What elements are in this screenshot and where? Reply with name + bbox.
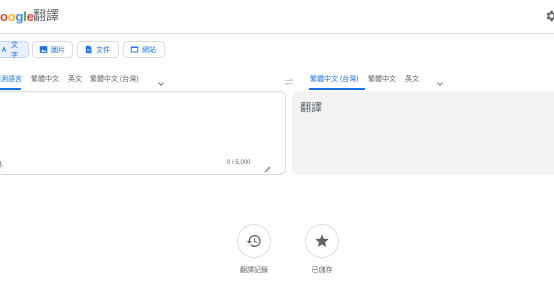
text-icon [1, 46, 7, 52]
document-icon [85, 45, 92, 54]
source-lang-detect[interactable]: 偵測語言 [0, 74, 22, 84]
translation-placeholder: 翻譯 [300, 102, 322, 114]
mode-text-button[interactable]: 文字 [0, 41, 29, 59]
history-button[interactable] [237, 224, 271, 258]
target-lang-more-chevron-down-icon[interactable] [436, 75, 444, 86]
target-lang-traditional-chinese-taiwan[interactable]: 繁體中文 (台灣) [310, 74, 359, 84]
target-lang-english[interactable]: 英文 [405, 74, 419, 84]
image-icon [39, 46, 48, 53]
source-lang-more-chevron-down-icon[interactable] [157, 75, 165, 86]
website-icon [130, 46, 139, 53]
mode-document-button[interactable]: 文件 [77, 41, 119, 58]
top-bar [0, 0, 554, 34]
target-lang-traditional-chinese[interactable]: 繁體中文 [368, 74, 396, 84]
swap-languages-icon[interactable] [284, 74, 294, 86]
microphone-icon[interactable] [0, 157, 5, 170]
google-logo[interactable]: oogle [0, 9, 34, 25]
mode-website-button[interactable]: 網站 [123, 41, 165, 58]
history-icon [246, 235, 261, 247]
settings-icon[interactable] [544, 9, 554, 23]
translation-output-panel [292, 91, 554, 175]
star-icon [315, 234, 329, 247]
saved-button[interactable] [305, 224, 339, 258]
history-label: 翻譯記錄 [240, 267, 268, 274]
mode-image-button[interactable]: 圖片 [32, 41, 73, 58]
source-lang-english[interactable]: 英文 [68, 74, 82, 84]
character-count: 0 / 5,000 [227, 160, 251, 166]
source-lang-traditional-chinese-taiwan[interactable]: 繁體中文 (台灣) [90, 74, 139, 84]
target-lang-active-indicator [309, 88, 365, 90]
saved-label: 已儲存 [311, 267, 333, 274]
app-title: 翻譯 [33, 8, 60, 23]
source-lang-active-indicator [0, 88, 21, 90]
pencil-icon[interactable] [263, 161, 272, 173]
source-lang-traditional-chinese[interactable]: 繁體中文 [31, 74, 59, 84]
